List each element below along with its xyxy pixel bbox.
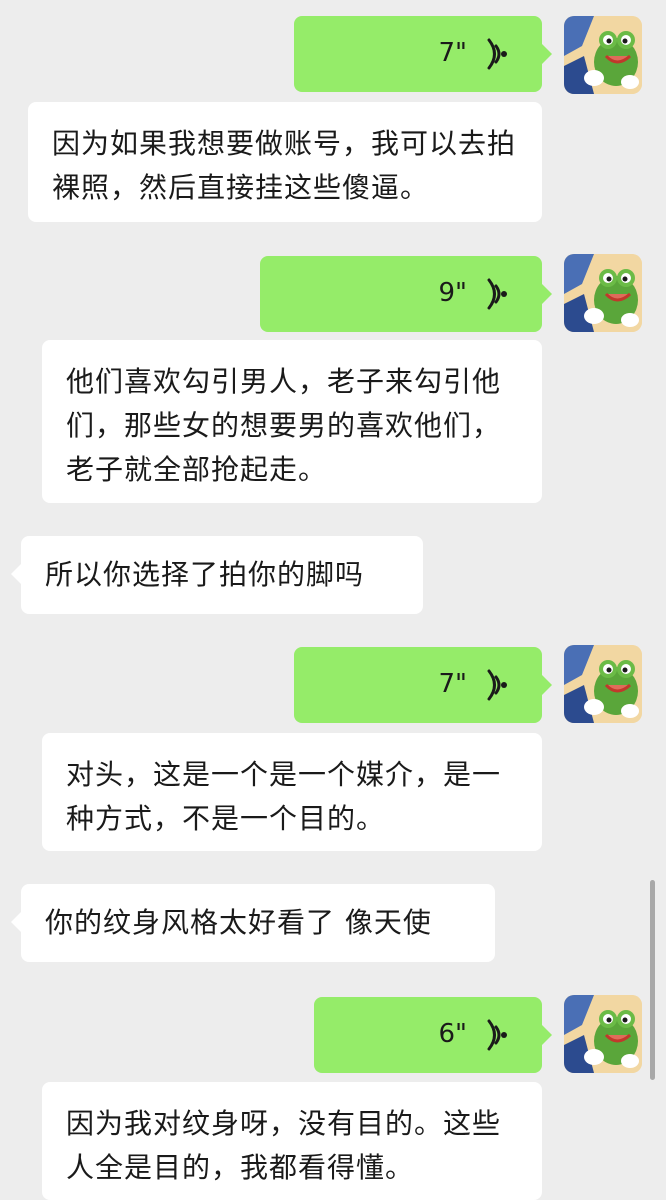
voice-message-bubble[interactable]: 9": [260, 256, 552, 332]
voice-wave-icon: [487, 38, 507, 70]
incoming-text-message[interactable]: 你的纹身风格太好看了 像天使: [11, 884, 495, 962]
voice-transcript[interactable]: 因为如果我想要做账号，我可以去拍裸照，然后直接挂这些傻逼。: [28, 102, 542, 222]
voice-wave-icon: [487, 278, 507, 310]
user-avatar[interactable]: [564, 995, 642, 1073]
voice-duration: 9": [438, 278, 467, 308]
voice-wave-icon: [487, 1019, 507, 1051]
incoming-text-message[interactable]: 所以你选择了拍你的脚吗: [11, 536, 423, 614]
voice-wave-icon: [487, 669, 507, 701]
frog-avatar-image: [564, 16, 642, 94]
frog-avatar-image: [564, 254, 642, 332]
voice-duration: 7": [438, 669, 467, 699]
voice-transcript[interactable]: 因为我对纹身呀，没有目的。这些人全是目的，我都看得懂。: [42, 1082, 542, 1200]
voice-duration: 7": [438, 38, 467, 68]
voice-duration: 6": [438, 1019, 467, 1049]
frog-avatar-image: [564, 995, 642, 1073]
user-avatar[interactable]: [564, 16, 642, 94]
voice-transcript[interactable]: 他们喜欢勾引男人，老子来勾引他们，那些女的想要男的喜欢他们，老子就全部抢起走。: [42, 340, 542, 503]
voice-message-bubble[interactable]: 6": [314, 997, 552, 1073]
voice-transcript[interactable]: 对头，这是一个是一个媒介，是一种方式，不是一个目的。: [42, 733, 542, 851]
frog-avatar-image: [564, 645, 642, 723]
voice-message-bubble[interactable]: 7": [294, 16, 552, 92]
scrollbar[interactable]: [650, 880, 655, 1080]
voice-message-bubble[interactable]: 7": [294, 647, 552, 723]
user-avatar[interactable]: [564, 254, 642, 332]
chat-message-list[interactable]: 7" 因为如果我想要做账号，我可以去拍裸照，然后直接挂这些傻逼。 9" 他们喜欢…: [0, 0, 666, 1200]
user-avatar[interactable]: [564, 645, 642, 723]
